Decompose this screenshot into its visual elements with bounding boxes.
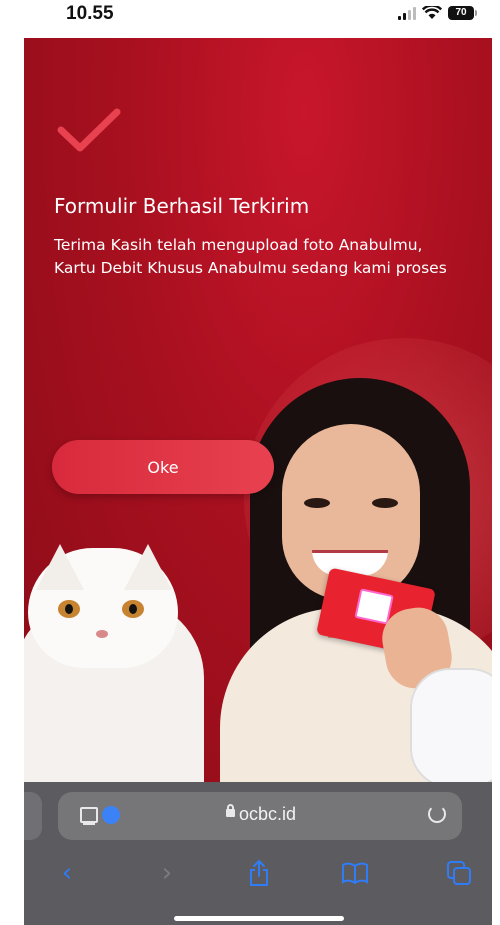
confirmation-title: Formulir Berhasil Terkirim xyxy=(54,194,310,218)
previous-tab-peek[interactable] xyxy=(24,792,42,840)
check-icon xyxy=(57,108,121,152)
home-indicator[interactable] xyxy=(174,916,344,921)
ok-button[interactable]: Oke xyxy=(52,440,274,494)
page-menu-icon[interactable] xyxy=(80,807,98,825)
lock-icon xyxy=(226,804,235,817)
browser-bar: ocbc.id ‹ › xyxy=(24,782,492,925)
bookmarks-icon[interactable] xyxy=(340,858,370,888)
status-time: 10.55 xyxy=(66,3,114,24)
status-bar: 10.55 70 xyxy=(24,0,492,38)
reload-icon[interactable] xyxy=(428,805,446,823)
browser-toolbar: ‹ › xyxy=(24,852,492,892)
confirmation-message: Terima Kasih telah mengupload foto Anabu… xyxy=(54,234,454,280)
battery-icon: 70 xyxy=(448,6,477,20)
message-line-2: Kartu Debit Khusus Anabulmu sedang kami … xyxy=(54,259,447,277)
url-text[interactable]: ocbc.id xyxy=(239,804,296,825)
status-icons: 70 xyxy=(398,6,477,20)
cat-illustration xyxy=(24,538,214,785)
forward-icon[interactable]: › xyxy=(152,858,182,888)
tabs-icon[interactable] xyxy=(444,858,474,888)
confirmation-screen: Formulir Berhasil Terkirim Terima Kasih … xyxy=(24,38,492,785)
signal-icon xyxy=(398,6,416,20)
download-icon[interactable] xyxy=(102,806,120,824)
back-icon[interactable]: ‹ xyxy=(52,858,82,888)
phone-screen: 10.55 70 Formulir Berhasil Terkirim Teri… xyxy=(24,0,492,925)
address-bar[interactable]: ocbc.id xyxy=(58,792,462,840)
wifi-icon xyxy=(422,6,442,19)
message-line-1: Terima Kasih telah mengupload foto Anabu… xyxy=(54,236,423,254)
share-icon[interactable] xyxy=(244,858,274,888)
plush-toy-illustration xyxy=(410,668,492,785)
